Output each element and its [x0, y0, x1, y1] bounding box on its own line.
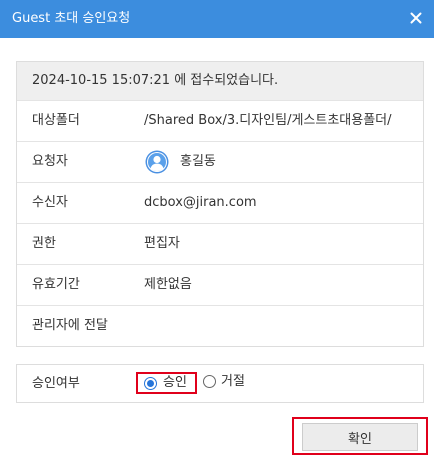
confirm-button-highlight: 확인 — [292, 417, 428, 455]
permission-label: 권한 — [32, 236, 56, 251]
received-message: 2024-10-15 15:07:21 에 접수되었습니다. — [32, 73, 279, 88]
close-icon[interactable] — [406, 8, 426, 28]
recipient-value: dcbox@jiran.com — [144, 195, 257, 210]
approve-radio[interactable] — [144, 376, 157, 390]
admin-message-label: 관리자에 전달 — [32, 318, 108, 333]
admin-message-row: 관리자에 전달 — [17, 305, 423, 346]
reject-radio[interactable] — [203, 375, 216, 388]
received-message-row: 2024-10-15 15:07:21 에 접수되었습니다. — [17, 62, 423, 100]
permission-value: 편집자 — [144, 236, 180, 251]
target-folder-row: 대상폴더 /Shared Box/3.디자인팀/게스트초대용폴더/ — [17, 100, 423, 141]
requester-row: 요청자 홍길동 — [17, 141, 423, 182]
approve-option-highlight: 승인 — [136, 372, 197, 394]
reject-radio-label[interactable]: 거절 — [221, 374, 245, 390]
approve-radio-label[interactable]: 승인 — [163, 375, 187, 391]
user-avatar-icon — [145, 150, 169, 174]
confirm-button[interactable]: 확인 — [302, 423, 418, 451]
dialog-title: Guest 초대 승인요청 — [12, 11, 131, 26]
requester-label: 요청자 — [32, 154, 68, 169]
recipient-label: 수신자 — [32, 195, 68, 210]
recipient-row: 수신자 dcbox@jiran.com — [17, 182, 423, 223]
guest-invite-approval-dialog: Guest 초대 승인요청 2024-10-15 15:07:21 에 접수되었… — [0, 0, 434, 458]
request-info-panel: 2024-10-15 15:07:21 에 접수되었습니다. 대상폴더 /Sha… — [16, 61, 424, 347]
target-folder-label: 대상폴더 — [32, 113, 80, 128]
approval-panel: 승인여부 승인 거절 — [16, 364, 424, 403]
requester-value: 홍길동 — [180, 154, 216, 169]
validity-value: 제한없음 — [144, 277, 192, 292]
validity-label: 유효기간 — [32, 277, 80, 292]
approval-label: 승인여부 — [32, 376, 80, 391]
permission-row: 권한 편집자 — [17, 223, 423, 264]
dialog-titlebar: Guest 초대 승인요청 — [0, 0, 434, 38]
validity-row: 유효기간 제한없음 — [17, 264, 423, 305]
target-folder-value: /Shared Box/3.디자인팀/게스트초대용폴더/ — [144, 113, 392, 128]
